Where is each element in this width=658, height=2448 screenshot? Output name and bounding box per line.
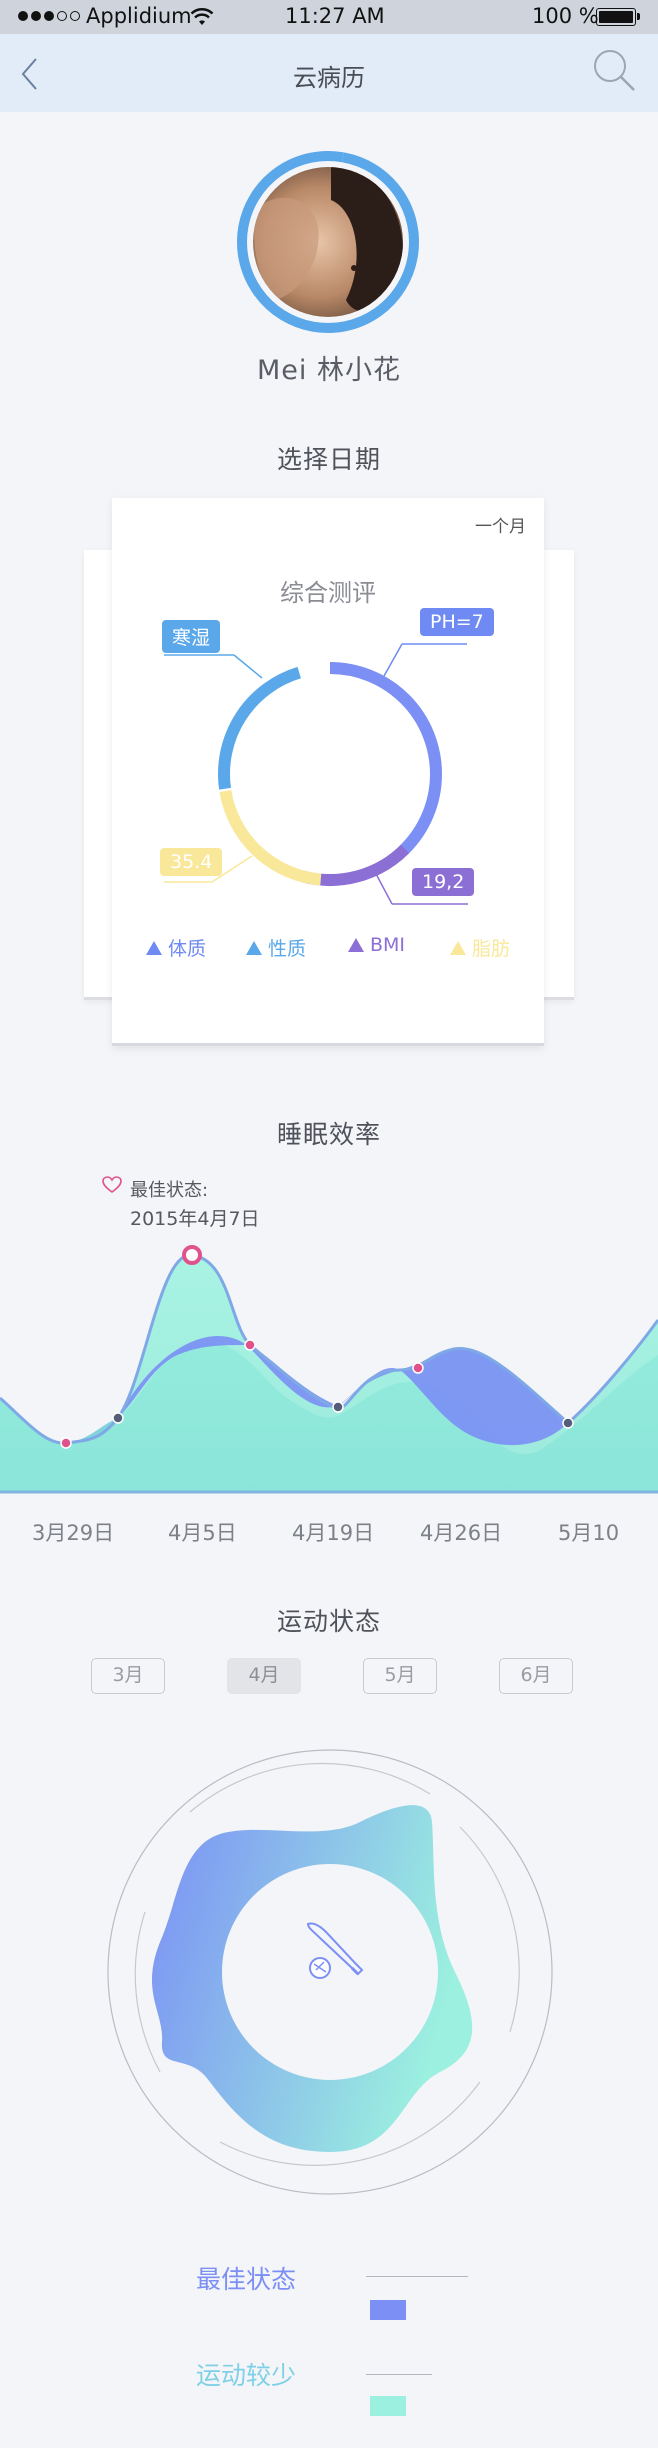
- battery-icon: [596, 8, 640, 26]
- sleep-wave-chart: [0, 1245, 658, 1494]
- legend-swatch-less: [370, 2396, 406, 2416]
- sleep-section-title: 睡眠效率: [276, 1120, 381, 1149]
- legend-bmi: BMI: [348, 934, 405, 956]
- assessment-card[interactable]: 一个月 综合测评 寒湿 PH=7 35.4 19,2 体质 性质 BMI 脂肪: [112, 498, 544, 1046]
- legend-less-exercise: 运动较少: [196, 2361, 297, 2390]
- time-label: 11:27 AM: [285, 4, 385, 28]
- carrier-label: Applidium: [86, 4, 192, 28]
- signal-strength-icon: [18, 11, 80, 21]
- legend-best-state: 最佳状态: [196, 2265, 297, 2294]
- avatar[interactable]: [236, 150, 420, 334]
- legend-constitution: 体质: [146, 934, 206, 961]
- tab-month-june[interactable]: 6月: [499, 1658, 573, 1694]
- legend-divider: [366, 2276, 468, 2277]
- x-tick-label: 4月19日: [292, 1521, 375, 1545]
- tab-month-april[interactable]: 4月: [227, 1658, 301, 1694]
- page-title: 云病历: [293, 64, 365, 92]
- tab-month-may[interactable]: 5月: [363, 1658, 437, 1694]
- tag-ph: PH=7: [420, 608, 494, 636]
- battery-label: 100 %: [532, 4, 599, 28]
- wifi-icon: [190, 7, 214, 25]
- status-bar: Applidium 11:27 AM 100 %: [0, 0, 658, 34]
- legend-divider: [366, 2374, 432, 2375]
- tag-fat: 35.4: [160, 848, 223, 876]
- triangle-icon: [146, 940, 162, 955]
- tab-month-march[interactable]: 3月: [91, 1658, 165, 1694]
- exercise-section-title: 运动状态: [276, 1607, 381, 1636]
- tag-cold-damp: 寒湿: [162, 620, 221, 653]
- search-icon[interactable]: [590, 46, 638, 94]
- best-state-label: 最佳状态:: [130, 1180, 209, 1201]
- x-tick-label: 5月10: [558, 1521, 620, 1545]
- triangle-icon: [348, 938, 364, 952]
- heart-icon: [102, 1176, 122, 1193]
- triangle-icon: [246, 940, 262, 955]
- navigation-bar: 云病历: [0, 34, 658, 112]
- legend-fat: 脂肪: [450, 934, 510, 961]
- baseball-bat-icon: [306, 1922, 364, 1979]
- triangle-icon: [450, 940, 466, 955]
- x-tick-label: 4月26日: [420, 1521, 503, 1545]
- x-tick-label: 4月5日: [168, 1521, 237, 1545]
- user-name: Mei 林小花: [257, 355, 401, 386]
- tag-bmi: 19,2: [412, 868, 475, 896]
- date-section-title: 选择日期: [276, 445, 381, 474]
- legend-nature: 性质: [246, 934, 306, 961]
- x-tick-label: 3月29日: [32, 1521, 115, 1545]
- legend-swatch-best: [370, 2300, 406, 2320]
